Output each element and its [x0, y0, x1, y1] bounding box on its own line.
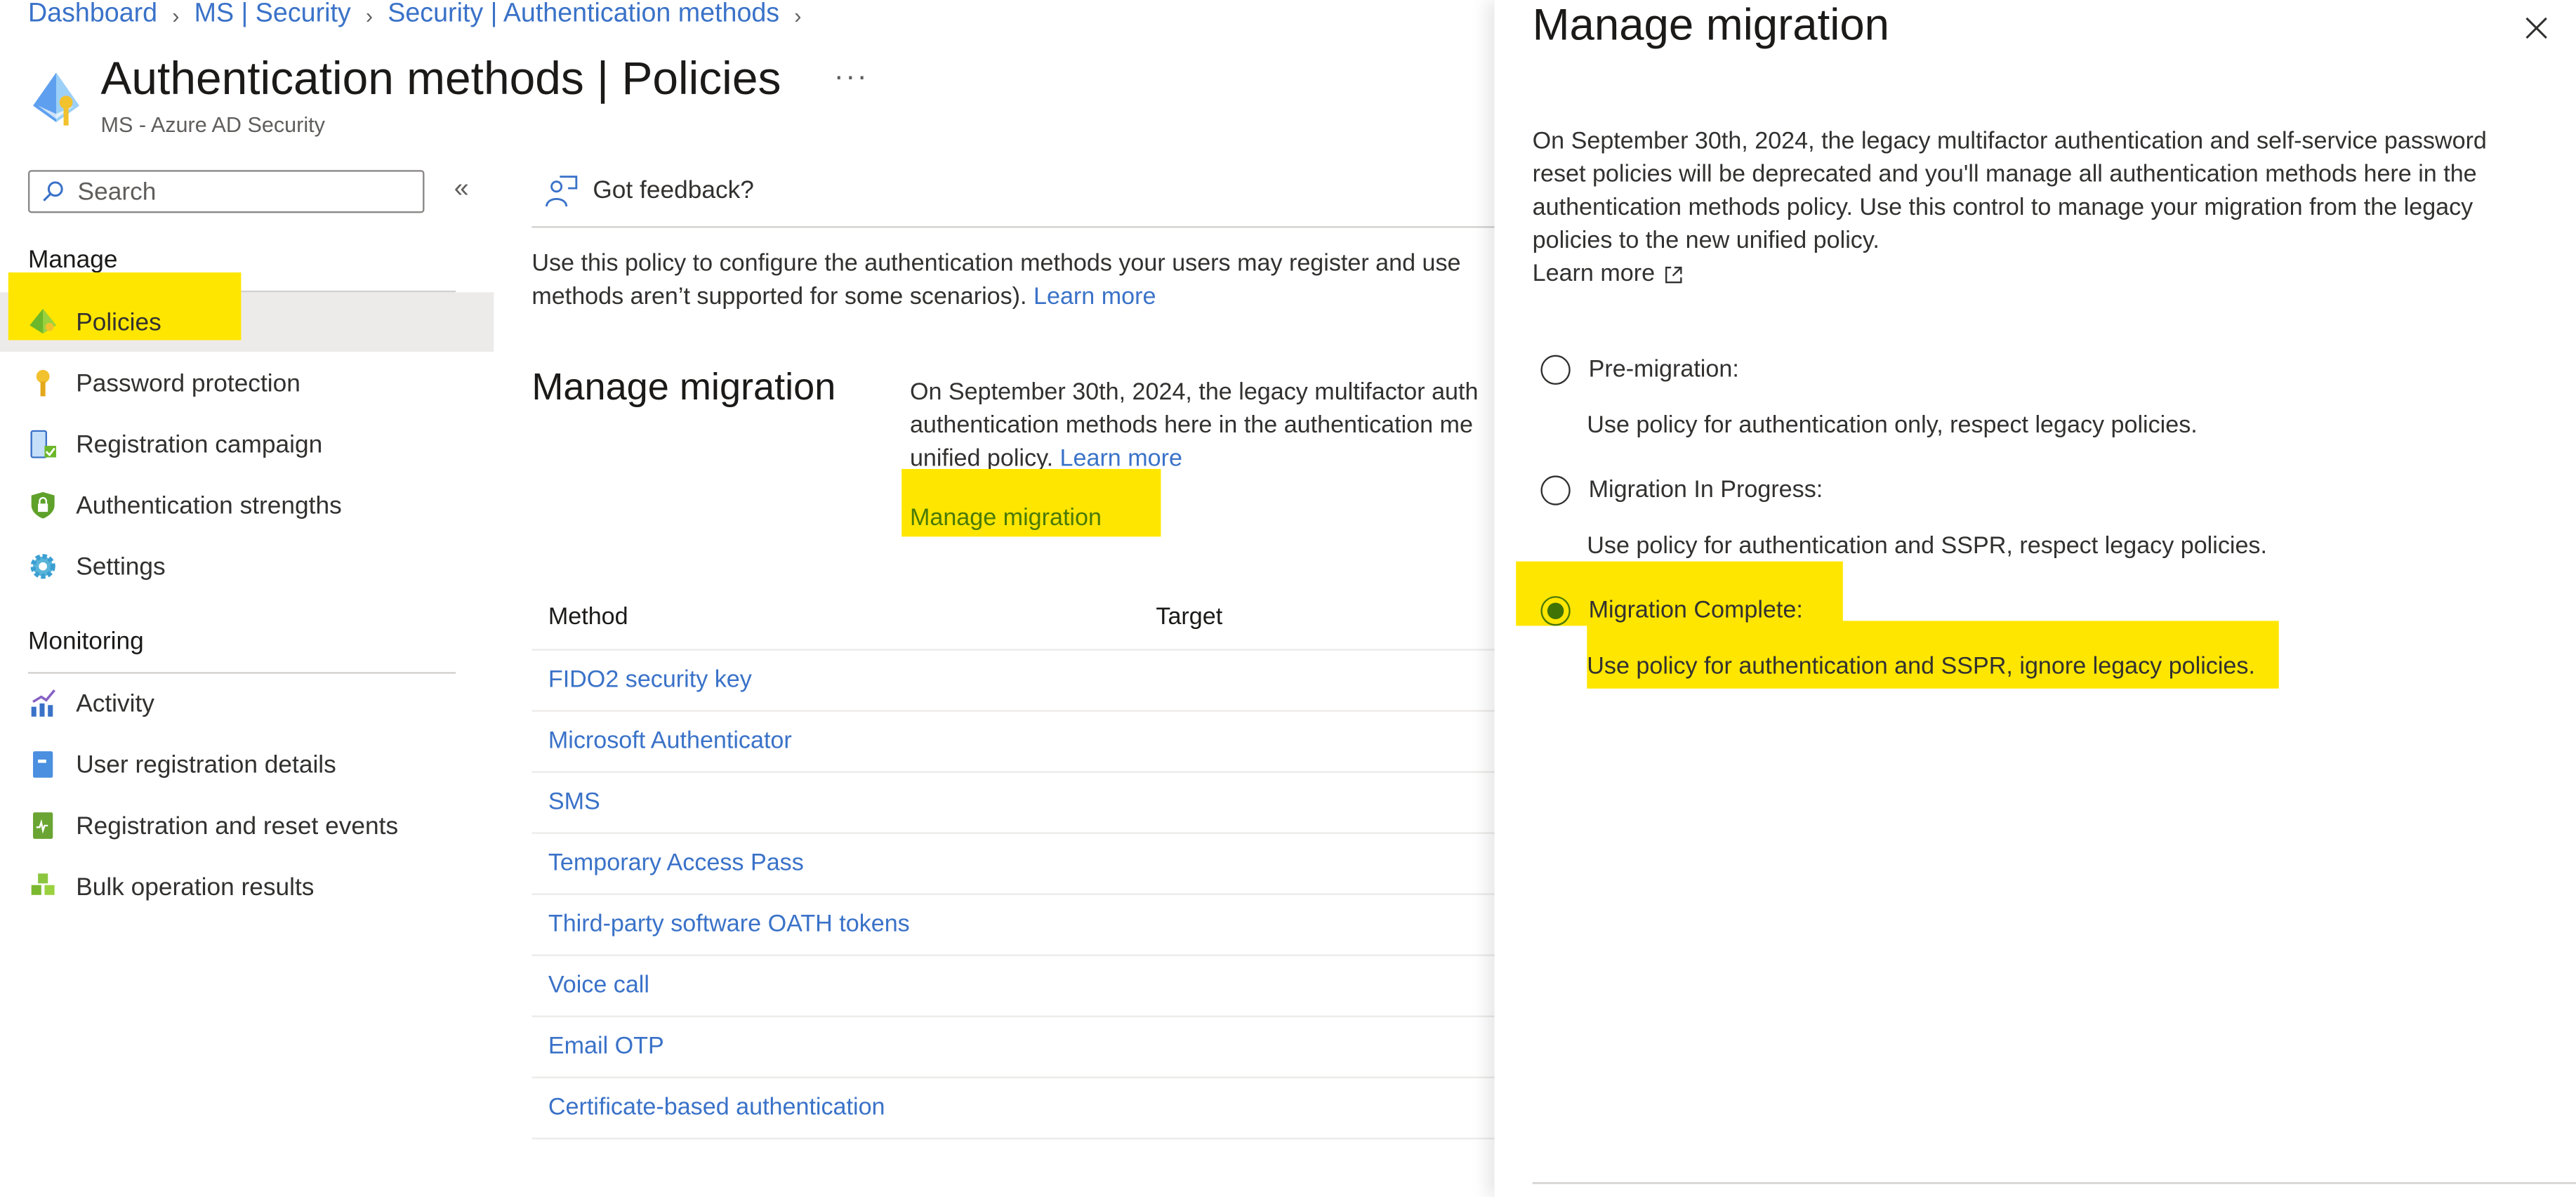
cubes-icon — [28, 872, 58, 901]
events-book-icon — [28, 811, 58, 840]
method-link[interactable]: Microsoft Authenticator — [548, 728, 792, 755]
sidebar-item-user-registration-details[interactable]: User registration details — [0, 735, 494, 795]
radio-migration-complete[interactable]: Migration Complete: — [1540, 596, 1803, 626]
sidebar-item-label: User registration details — [76, 750, 336, 779]
sidebar-item-password-protection[interactable]: Password protection — [0, 353, 494, 413]
manage-migration-link[interactable]: Manage migration — [910, 505, 1102, 532]
breadcrumb-dashboard[interactable]: Dashboard — [28, 0, 157, 29]
policy-description: Use this policy to configure the authent… — [531, 248, 1522, 314]
radio-dot — [1547, 602, 1564, 619]
table-row: SMS — [531, 773, 1495, 834]
phone-check-icon — [28, 430, 58, 459]
table-row: Third-party software OATH tokens — [531, 895, 1495, 956]
breadcrumb-ms-security[interactable]: MS | Security — [194, 0, 351, 29]
search-icon — [43, 181, 63, 201]
option-description: Use policy for authentication and SSPR, … — [1587, 654, 2255, 681]
manage-migration-heading: Manage migration — [531, 364, 836, 408]
gear-icon — [28, 552, 58, 581]
close-icon[interactable] — [2522, 13, 2551, 43]
radio-button-selected[interactable] — [1540, 596, 1571, 626]
feedback-button[interactable]: Got feedback? — [545, 172, 754, 209]
method-link[interactable]: FIDO2 security key — [548, 667, 752, 694]
radio-pre-migration[interactable]: Pre-migration: — [1540, 355, 1739, 385]
breadcrumb-auth-methods[interactable]: Security | Authentication methods — [388, 0, 779, 29]
table-row: Voice call — [531, 956, 1495, 1017]
table-row: FIDO2 security key — [531, 651, 1495, 712]
radio-migration-in-progress[interactable]: Migration In Progress: — [1540, 475, 1823, 505]
collapse-sidebar-button[interactable]: « — [454, 175, 469, 204]
book-icon — [28, 750, 58, 779]
key-icon — [28, 368, 58, 397]
sidebar-item-activity[interactable]: Activity — [0, 674, 494, 734]
option-label: Migration In Progress: — [1588, 477, 1823, 504]
option-label: Migration Complete: — [1588, 597, 1803, 625]
method-link[interactable]: Voice call — [548, 972, 649, 999]
table-row: Microsoft Authenticator — [531, 712, 1495, 773]
sidebar-item-label: Bulk operation results — [76, 873, 315, 901]
chevron-right-icon: › — [172, 2, 180, 27]
sidebar-item-label: Policies — [76, 307, 161, 336]
column-header-method[interactable]: Method — [531, 604, 1156, 631]
method-link[interactable]: Certificate-based authentication — [548, 1095, 885, 1121]
divider — [1532, 1182, 2576, 1184]
panel-description: On September 30th, 2024, the legacy mult… — [1532, 128, 2487, 255]
option-label: Pre-migration: — [1588, 357, 1739, 383]
feedback-label: Got feedback? — [593, 176, 754, 204]
description-line: Use this policy to configure the authent… — [531, 251, 1461, 278]
table-row: Certificate-based authentication — [531, 1078, 1495, 1139]
sidebar-item-registration-reset-events[interactable]: Registration and reset events — [0, 796, 494, 856]
section-monitoring: Monitoring — [27, 627, 144, 656]
table-row: Temporary Access Pass — [531, 834, 1495, 895]
methods-table: Method Target FIDO2 security key Microso… — [531, 586, 1495, 1139]
sidebar-item-registration-campaign[interactable]: Registration campaign — [0, 414, 494, 474]
activity-chart-icon — [28, 689, 58, 718]
method-link[interactable]: SMS — [548, 789, 600, 816]
radio-button[interactable] — [1540, 475, 1571, 505]
sidebar-item-label: Activity — [76, 689, 154, 717]
option-description: Use policy for authentication and SSPR, … — [1587, 533, 2267, 560]
table-row: Email OTP — [531, 1017, 1495, 1078]
sidebar-search[interactable] — [27, 170, 425, 213]
panel-learn-more-link[interactable]: Learn more — [1532, 260, 1683, 288]
method-link[interactable]: Third-party software OATH tokens — [548, 911, 910, 938]
page-title: Authentication methods | Policies — [100, 53, 781, 105]
policies-icon — [28, 307, 58, 336]
chevron-right-icon: › — [794, 2, 802, 27]
table-header: Method Target — [531, 586, 1495, 651]
page-subtitle: MS - Azure AD Security — [100, 112, 325, 138]
divider — [531, 226, 1495, 228]
radio-button[interactable] — [1540, 355, 1571, 385]
sidebar-item-label: Settings — [76, 552, 166, 581]
method-link[interactable]: Temporary Access Pass — [548, 850, 804, 877]
learn-more-link[interactable]: Learn more — [1033, 284, 1156, 311]
manage-migration-text: On September 30th, 2024, the legacy mult… — [910, 376, 1479, 475]
panel-title: Manage migration — [1532, 0, 1889, 50]
description-line: methods aren’t supported for some scenar… — [531, 284, 1027, 311]
method-link[interactable]: Email OTP — [548, 1033, 664, 1060]
search-input[interactable] — [74, 176, 411, 208]
more-options-button[interactable]: ··· — [834, 60, 868, 94]
sidebar-item-label: Authentication strengths — [76, 491, 342, 520]
sidebar-item-settings[interactable]: Settings — [0, 536, 494, 596]
section-manage: Manage — [27, 246, 118, 275]
option-description: Use policy for authentication only, resp… — [1587, 413, 2198, 439]
chevron-right-icon: › — [365, 2, 374, 27]
external-link-icon — [1665, 265, 1682, 283]
sidebar-item-label: Password protection — [76, 369, 300, 397]
feedback-icon — [546, 176, 578, 207]
sidebar-item-label: Registration campaign — [76, 430, 323, 458]
sidebar-item-label: Registration and reset events — [76, 812, 399, 840]
shield-lock-icon — [28, 491, 58, 520]
breadcrumb: Dashboard › MS | Security › Security | A… — [28, 0, 802, 29]
auth-methods-icon — [33, 72, 79, 126]
text-line: authentication methods here in the authe… — [909, 413, 1473, 439]
sidebar-item-policies[interactable]: Policies — [0, 272, 494, 352]
learn-more-label: Learn more — [1532, 260, 1656, 288]
text-line: On September 30th, 2024, the legacy mult… — [909, 379, 1479, 406]
sidebar-item-bulk-operation-results[interactable]: Bulk operation results — [0, 857, 494, 917]
sidebar-item-authentication-strengths[interactable]: Authentication strengths — [0, 475, 494, 535]
column-header-target[interactable]: Target — [1156, 604, 1222, 631]
